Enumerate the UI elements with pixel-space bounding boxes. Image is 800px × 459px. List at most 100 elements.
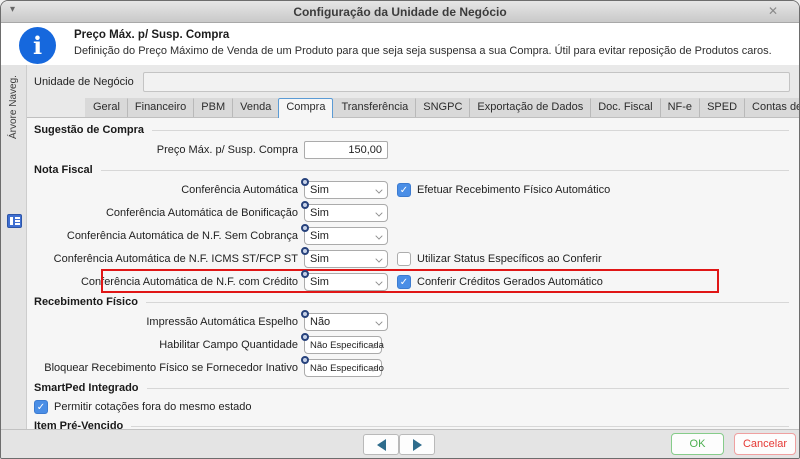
- tab-doc-fiscal[interactable]: Doc. Fiscal: [590, 98, 659, 117]
- info-icon: i: [19, 27, 56, 64]
- field-label: Conferência Automática de N.F. com Crédi…: [34, 276, 298, 288]
- audit-badge-icon: [301, 270, 309, 278]
- impressao-espelho-select[interactable]: Não: [304, 313, 388, 331]
- tree-panel-icon[interactable]: [7, 214, 22, 228]
- audit-badge-icon: [301, 224, 309, 232]
- info-header: i Preço Máx. p/ Susp. Compra Definição d…: [1, 23, 799, 65]
- field-label: Habilitar Campo Quantidade: [34, 339, 298, 351]
- section-smartped-integrado: SmartPed Integrado: [34, 381, 789, 395]
- close-icon[interactable]: ✕: [768, 4, 778, 18]
- conferir-creditos-checkbox-group[interactable]: Conferir Créditos Gerados Automático: [397, 275, 603, 289]
- tab-venda[interactable]: Venda: [232, 98, 278, 117]
- tab-geral[interactable]: Geral: [85, 98, 127, 117]
- habilitar-campo-quantidade-select[interactable]: Não Especificada: [304, 336, 382, 354]
- checkbox[interactable]: [397, 275, 411, 289]
- chevron-down-icon: [375, 186, 382, 193]
- field-row-conferencia-nf-sem-cobranca: Conferência Automática de N.F. Sem Cobra…: [34, 226, 789, 246]
- section-recebimento-fisico: Recebimento Físico: [34, 295, 789, 309]
- nav-tree-label: Árvore Naveg.: [1, 75, 27, 215]
- tab-compra[interactable]: Compra: [278, 98, 333, 118]
- section-sugestao-de-compra: Sugestão de Compra: [34, 123, 789, 137]
- field-row-preco-max: Preço Máx. p/ Susp. Compra: [34, 140, 789, 160]
- audit-badge-icon: [301, 247, 309, 255]
- checkbox[interactable]: [34, 400, 48, 414]
- chevron-down-icon: [375, 318, 382, 325]
- bloquear-recebimento-select[interactable]: Não Especificado: [304, 359, 382, 377]
- tab-pbm[interactable]: PBM: [193, 98, 232, 117]
- select-value: Sim: [310, 253, 329, 265]
- title-bar: ▾ Configuração da Unidade de Negócio ✕: [1, 1, 799, 23]
- checkbox-label: Permitir cotações fora do mesmo estado: [54, 401, 251, 413]
- permitir-cotacoes-checkbox-group[interactable]: Permitir cotações fora do mesmo estado: [34, 398, 789, 416]
- efetuar-recebimento-checkbox-group[interactable]: Efetuar Recebimento Físico Automático: [397, 183, 610, 197]
- section-title: SmartPed Integrado: [34, 382, 139, 394]
- window-title: Configuração da Unidade de Negócio: [293, 5, 506, 19]
- business-unit-label: Unidade de Negócio: [34, 76, 134, 88]
- dialog-window: ▾ Configuração da Unidade de Negócio ✕ i…: [0, 0, 800, 459]
- preco-max-label: Preço Máx. p/ Susp. Compra: [34, 144, 298, 156]
- chevron-down-icon: [375, 278, 382, 285]
- checkbox[interactable]: [397, 252, 411, 266]
- main-area: Unidade de Negócio Geral Financeiro PBM …: [27, 65, 799, 429]
- audit-badge-icon: [301, 310, 309, 318]
- arrow-right-icon: [413, 439, 422, 451]
- field-row-conferencia-automatica: Conferência Automática Sim Efetuar Receb…: [34, 180, 789, 200]
- section-nota-fiscal: Nota Fiscal: [34, 163, 789, 177]
- info-description: Definição do Preço Máximo de Venda de um…: [74, 45, 787, 57]
- footer-bar: OK Cancelar: [1, 429, 799, 458]
- section-title: Nota Fiscal: [34, 164, 93, 176]
- chevron-down-icon: [375, 255, 382, 262]
- tab-financeiro[interactable]: Financeiro: [127, 98, 193, 117]
- tab-bar: Geral Financeiro PBM Venda Compra Transf…: [27, 98, 799, 117]
- field-row-conferencia-bonificacao: Conferência Automática de Bonificação Si…: [34, 203, 789, 223]
- field-label: Bloquear Recebimento Físico se Fornecedo…: [34, 362, 298, 374]
- business-unit-input[interactable]: [143, 72, 790, 92]
- audit-badge-icon: [301, 201, 309, 209]
- checkbox-label: Utilizar Status Específicos ao Conferir: [417, 253, 602, 265]
- field-label: Impressão Automática Espelho: [34, 316, 298, 328]
- arrow-left-icon: [377, 439, 386, 451]
- conferencia-nf-sem-cobranca-select[interactable]: Sim: [304, 227, 388, 245]
- chevron-down-icon: [375, 209, 382, 216]
- chevron-down-icon: [375, 232, 382, 239]
- preco-max-input[interactable]: [304, 141, 388, 159]
- tab-exportacao-de-dados[interactable]: Exportação de Dados: [469, 98, 590, 117]
- window-menu-icon[interactable]: ▾: [10, 4, 15, 15]
- cancel-button[interactable]: Cancelar: [734, 433, 796, 455]
- select-value: Sim: [310, 230, 329, 242]
- audit-badge-icon: [301, 356, 309, 364]
- conferencia-automatica-select[interactable]: Sim: [304, 181, 388, 199]
- checkbox-label: Conferir Créditos Gerados Automático: [417, 276, 603, 288]
- tab-sped[interactable]: SPED: [699, 98, 744, 117]
- field-label: Conferência Automática de Bonificação: [34, 207, 298, 219]
- utilizar-status-checkbox-group[interactable]: Utilizar Status Específicos ao Conferir: [397, 252, 602, 266]
- section-title: Recebimento Físico: [34, 296, 138, 308]
- tab-nfe[interactable]: NF-e: [660, 98, 699, 117]
- select-value: Não: [310, 316, 330, 328]
- tab-transferencia[interactable]: Transferência: [333, 98, 415, 117]
- tab-sngpc[interactable]: SNGPC: [415, 98, 469, 117]
- checkbox-label: Efetuar Recebimento Físico Automático: [417, 184, 610, 196]
- checkbox[interactable]: [397, 183, 411, 197]
- ok-button[interactable]: OK: [671, 433, 724, 455]
- section-title: Sugestão de Compra: [34, 124, 144, 136]
- tab-contas-de-email[interactable]: Contas de E-mail: [744, 98, 800, 117]
- field-row-conferencia-nf-com-credito: Conferência Automática de N.F. com Crédi…: [34, 272, 789, 292]
- field-row-conferencia-icms-st: Conferência Automática de N.F. ICMS ST/F…: [34, 249, 789, 269]
- field-row-habilitar-campo-quantidade: Habilitar Campo Quantidade Não Especific…: [34, 335, 789, 355]
- field-label: Conferência Automática: [34, 184, 298, 196]
- field-row-bloquear-recebimento: Bloquear Recebimento Físico se Fornecedo…: [34, 358, 789, 378]
- previous-button[interactable]: [363, 434, 399, 455]
- field-label: Conferência Automática de N.F. ICMS ST/F…: [34, 253, 298, 265]
- audit-badge-icon: [301, 333, 309, 341]
- next-button[interactable]: [399, 434, 435, 455]
- select-value: Sim: [310, 184, 329, 196]
- nav-tree-sidebar: Árvore Naveg.: [1, 65, 27, 429]
- conferencia-icms-st-select[interactable]: Sim: [304, 250, 388, 268]
- conferencia-nf-com-credito-select[interactable]: Sim: [304, 273, 388, 291]
- conferencia-bonificacao-select[interactable]: Sim: [304, 204, 388, 222]
- tab-panel-compra: Sugestão de Compra Preço Máx. p/ Susp. C…: [27, 117, 799, 429]
- field-row-impressao-espelho: Impressão Automática Espelho Não: [34, 312, 789, 332]
- audit-badge-icon: [301, 178, 309, 186]
- select-value: Sim: [310, 276, 329, 288]
